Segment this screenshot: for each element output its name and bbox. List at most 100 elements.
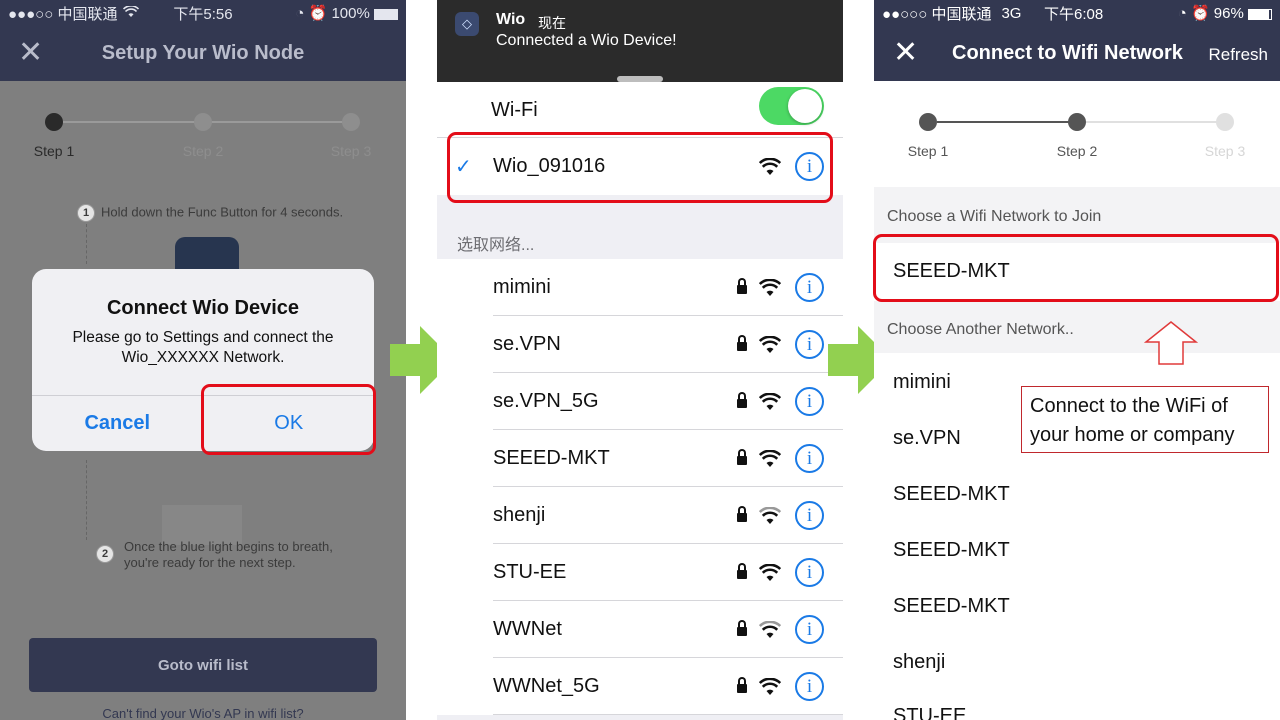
network-row[interactable]: WWNet i (437, 601, 843, 658)
wifi-signal-icon (759, 279, 781, 296)
network-row[interactable]: WWNet_5G i (437, 658, 843, 715)
ios-wifi-settings-screen: ◇ Wio 现在 Connected a Wio Device! Wi-Fi ✓… (437, 0, 843, 720)
tutorial-screenshot: ●●●○○ 中国联通 下午5:56 ◔ ⏰ 100% ✕ Setup Your … (0, 0, 1280, 720)
info-icon[interactable]: i (795, 330, 824, 359)
step-1-label: Step 1 (907, 143, 949, 159)
instruction-2-line2: you're ready for the next step. (124, 555, 296, 570)
wifi-label: Wi-Fi (491, 98, 538, 121)
network-row[interactable]: shenji (874, 651, 1280, 674)
choose-network-header: 选取网络... (457, 237, 535, 254)
close-icon[interactable]: ✕ (18, 38, 43, 68)
carrier-signal: ●●○○○ 中国联通 (882, 5, 992, 23)
cant-find-link[interactable]: Can't find your Wio's AP in wifi list? (0, 706, 406, 720)
ok-button[interactable]: OK (204, 396, 375, 451)
callout-line1: Connect to the WiFi of (1030, 395, 1228, 417)
step-2-label: Step 2 (182, 143, 224, 159)
status-bar: ●●○○○ 中国联通 3G 下午6:08 ◔ ⏰ 96% (874, 0, 1280, 26)
status-time: 下午6:08 (1044, 5, 1104, 23)
wifi-signal-icon (759, 564, 781, 581)
dialog-message: Please go to Settings and connect the Wi… (32, 328, 374, 368)
page-title: Setup Your Wio Node (101, 42, 305, 64)
info-icon[interactable]: i (795, 152, 824, 181)
info-icon[interactable]: i (795, 672, 824, 701)
callout-line2: your home or company (1030, 424, 1235, 446)
network-row[interactable]: SEEED-MKT (874, 483, 1280, 506)
wifi-signal-icon (759, 678, 781, 695)
battery-percent: 96% (1213, 5, 1244, 22)
info-icon[interactable]: i (795, 387, 824, 416)
step-indicator: Step 1 Step 2 Step 3 (874, 81, 1280, 171)
info-icon[interactable]: i (795, 501, 824, 530)
lock-icon (737, 392, 747, 410)
goto-wifi-list-button[interactable]: Goto wifi list (29, 638, 377, 692)
lock-icon (737, 563, 747, 581)
step-2-label: Step 2 (1056, 143, 1098, 159)
network-row[interactable]: shenji i (437, 487, 843, 544)
wifi-signal-icon (759, 507, 781, 524)
info-icon[interactable]: i (795, 444, 824, 473)
step-2-dot (194, 113, 212, 131)
network-row[interactable]: SEEED-MKT i (437, 430, 843, 487)
row-separator (493, 714, 843, 715)
notification-banner[interactable]: ◇ Wio 现在 Connected a Wio Device! (437, 0, 843, 88)
network-row[interactable]: SEEED-MKT (874, 539, 1280, 562)
info-icon[interactable]: i (795, 615, 824, 644)
checkmark-icon: ✓ (455, 156, 472, 178)
instruction-1-text: Hold down the Func Button for 4 seconds. (101, 204, 344, 220)
step-3-dot (342, 113, 360, 131)
step-1-dot (45, 113, 63, 131)
notification-message: Connected a Wio Device! (496, 32, 677, 49)
lock-icon (737, 449, 747, 467)
setup-phone-screen: ●●●○○ 中国联通 下午5:56 ◔ ⏰ 100% ✕ Setup Your … (0, 0, 406, 720)
network-row[interactable]: SEEED-MKT (874, 595, 1280, 618)
up-arrow-icon (1144, 321, 1198, 365)
lock-icon (737, 278, 747, 296)
step-indicator: Step 1 Step 2 Step 3 (0, 81, 406, 171)
step-3-label: Step 3 (330, 143, 372, 159)
network-name: se.VPN (493, 333, 561, 355)
info-icon[interactable]: i (795, 558, 824, 587)
network-row[interactable]: STU-EE (874, 705, 1280, 720)
refresh-button[interactable]: Refresh (1208, 45, 1268, 65)
step-line (937, 121, 1077, 123)
step-3-dot (1216, 113, 1234, 131)
connected-network-row[interactable]: ✓ Wio_091016 i (437, 138, 843, 195)
network-name: se.VPN_5G (493, 390, 599, 412)
step-number-1: 1 (77, 204, 95, 222)
dialog-message-line1: Please go to Settings and connect the (72, 329, 334, 346)
step-1-dot (919, 113, 937, 131)
dialog-message-line2: Wio_XXXXXX Network. (121, 349, 285, 366)
info-icon[interactable]: i (795, 273, 824, 302)
wifi-signal-icon (759, 336, 781, 353)
choose-network-header: Choose a Wifi Network to Join (874, 187, 1280, 243)
step-3-label: Step 3 (1204, 143, 1246, 159)
network-row[interactable]: mimini i (437, 259, 843, 316)
network-row[interactable]: se.VPN i (437, 316, 843, 373)
cancel-button[interactable]: Cancel (32, 396, 204, 451)
wio-app-icon: ◇ (455, 12, 479, 36)
network-row[interactable]: se.VPN_5G i (437, 373, 843, 430)
dashed-connector (86, 224, 87, 264)
network-name: mimini (493, 276, 551, 298)
instruction-2: 2 Once the blue light begins to breath, … (96, 539, 333, 571)
nav-bar: ✕ Connect to Wifi Network Refresh (874, 26, 1280, 81)
network-name: WWNet_5G (493, 675, 600, 697)
lock-icon (737, 677, 747, 695)
callout-note: Connect to the WiFi of your home or comp… (1021, 386, 1269, 453)
lock-icon (737, 506, 747, 524)
toggle-knob (788, 89, 822, 123)
wifi-signal-icon (759, 393, 781, 410)
close-icon[interactable]: ✕ (893, 38, 918, 68)
selected-network-row[interactable]: SEEED-MKT (874, 243, 1280, 301)
step-number-2: 2 (96, 545, 114, 563)
wifi-toggle[interactable] (759, 87, 824, 125)
status-time: 下午5:56 (173, 5, 233, 23)
another-network-header: Choose Another Network.. (874, 301, 1280, 353)
dialog-buttons: Cancel OK (32, 395, 374, 451)
notification-time: 现在 (538, 15, 566, 31)
network-row[interactable]: STU-EE i (437, 544, 843, 601)
connect-wifi-screen: ●●○○○ 中国联通 3G 下午6:08 ◔ ⏰ 96% ✕ Connect t… (874, 0, 1280, 720)
lock-icon (737, 620, 747, 638)
network-type: 3G (1001, 4, 1022, 22)
connect-wio-dialog: Connect Wio Device Please go to Settings… (32, 269, 374, 451)
